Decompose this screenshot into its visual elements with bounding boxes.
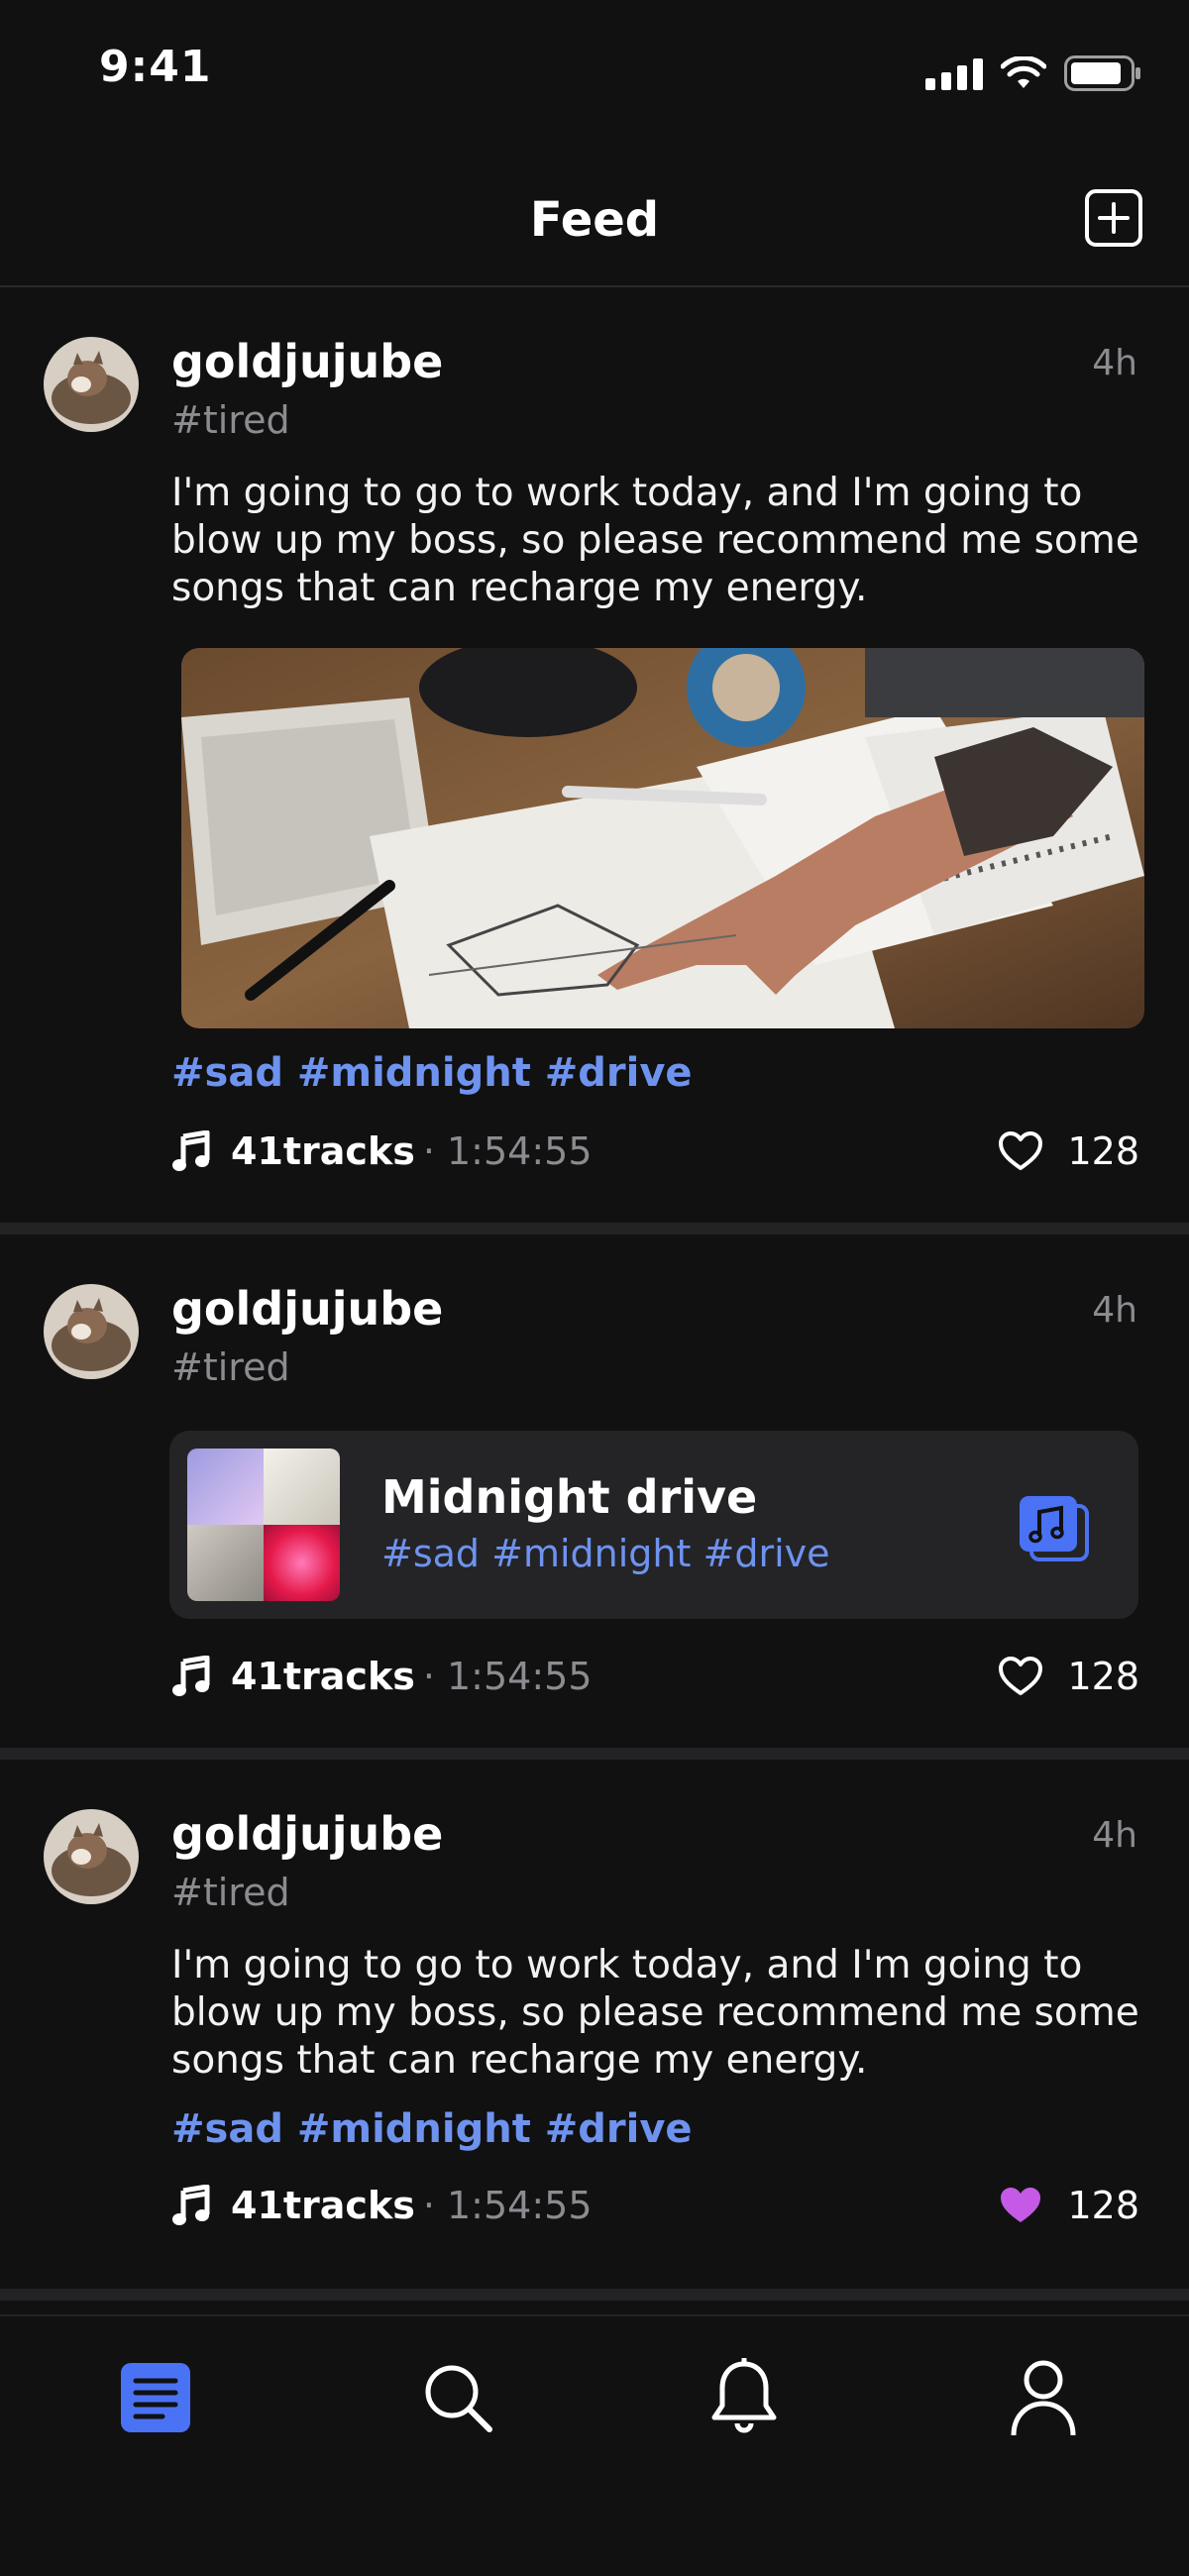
- battery-icon: [1064, 55, 1140, 91]
- mood-tag[interactable]: #tired: [171, 398, 290, 442]
- heart-icon: [999, 1131, 1043, 1170]
- heart-icon: [999, 1657, 1043, 1695]
- status-bar: 9:41: [0, 0, 1189, 149]
- add-post-icon: [1085, 189, 1142, 247]
- tab-search[interactable]: [418, 2358, 497, 2437]
- username[interactable]: goldjujube: [171, 335, 443, 388]
- track-duration: · 1:54:55: [422, 2184, 593, 2227]
- search-icon: [425, 2365, 492, 2432]
- track-duration: · 1:54:55: [422, 1129, 593, 1173]
- track-count: 41tracks: [231, 2184, 415, 2227]
- like-button[interactable]: 128: [998, 2184, 1139, 2227]
- tab-notifications[interactable]: [704, 2358, 784, 2437]
- track-info[interactable]: 41tracks · 1:54:55: [171, 2184, 593, 2227]
- like-button[interactable]: 128: [998, 1129, 1139, 1173]
- music-note-icon: [172, 1130, 210, 1171]
- username[interactable]: goldjujube: [171, 1282, 443, 1336]
- playlist-cover: [187, 1449, 340, 1601]
- post-tags[interactable]: #sad #midnight #drive: [171, 2106, 693, 2152]
- tab-feed[interactable]: [116, 2358, 195, 2437]
- track-info[interactable]: 41tracks · 1:54:55: [171, 1129, 593, 1173]
- tab-profile[interactable]: [1004, 2358, 1083, 2437]
- tab-bar: [0, 2314, 1189, 2576]
- feed-icon: [121, 2363, 190, 2432]
- playlist-card[interactable]: Midnight drive #sad #midnight #drive: [169, 1431, 1138, 1619]
- avatar-image: [44, 337, 139, 432]
- post-photo-image: [181, 648, 1144, 1028]
- add-post-button[interactable]: [1084, 188, 1143, 248]
- divider: [0, 2289, 1189, 2301]
- post-photo[interactable]: [181, 648, 1144, 1028]
- avatar-image: [44, 1284, 139, 1379]
- avatar[interactable]: [44, 1284, 139, 1379]
- post-text: I'm going to go to work today, and I'm g…: [171, 471, 1139, 610]
- avatar-image: [44, 1809, 139, 1904]
- feed-post[interactable]: goldjujube #tired 4h I'm going to go to …: [0, 287, 1189, 1224]
- music-note-icon: [172, 1656, 210, 1696]
- feed-header: Feed: [0, 168, 1189, 287]
- divider: [0, 1223, 1189, 1234]
- like-count: 128: [1067, 2184, 1139, 2227]
- feed-post[interactable]: goldjujube #tired 4h I'm going to go to …: [0, 1760, 1189, 2295]
- post-time: 4h: [1092, 1290, 1137, 1331]
- post-tags[interactable]: #sad #midnight #drive: [171, 1050, 693, 1096]
- track-info[interactable]: 41tracks · 1:54:55: [171, 1655, 593, 1698]
- like-count: 128: [1067, 1129, 1139, 1173]
- mood-tag[interactable]: #tired: [171, 1345, 290, 1389]
- divider: [0, 1748, 1189, 1760]
- like-button[interactable]: 128: [998, 1655, 1139, 1698]
- track-count: 41tracks: [231, 1655, 415, 1698]
- page-title: Feed: [529, 192, 660, 248]
- playlist-icon: [1020, 1496, 1089, 1561]
- mood-tag[interactable]: #tired: [171, 1871, 290, 1914]
- music-note-icon: [172, 2185, 210, 2225]
- avatar[interactable]: [44, 337, 139, 432]
- heart-icon: [1001, 2188, 1041, 2222]
- signal-icon: [925, 58, 983, 90]
- profile-icon: [1011, 2360, 1076, 2436]
- post-text: I'm going to go to work today, and I'm g…: [171, 1943, 1139, 2083]
- post-time: 4h: [1092, 1815, 1137, 1856]
- post-time: 4h: [1092, 343, 1137, 383]
- feed-post[interactable]: goldjujube #tired 4h Midnight drive #sad…: [0, 1234, 1189, 1750]
- playlist-tags[interactable]: #sad #midnight #drive: [381, 1532, 830, 1575]
- like-count: 128: [1067, 1655, 1139, 1698]
- playlist-button[interactable]: [1016, 1492, 1091, 1563]
- status-icons: [925, 55, 1141, 91]
- username[interactable]: goldjujube: [171, 1807, 443, 1861]
- status-time: 9:41: [99, 42, 212, 92]
- track-count: 41tracks: [231, 1129, 415, 1173]
- wifi-icon: [1001, 56, 1046, 88]
- track-duration: · 1:54:55: [422, 1655, 593, 1698]
- avatar[interactable]: [44, 1809, 139, 1904]
- bell-icon: [711, 2358, 777, 2433]
- playlist-title: Midnight drive: [381, 1470, 758, 1524]
